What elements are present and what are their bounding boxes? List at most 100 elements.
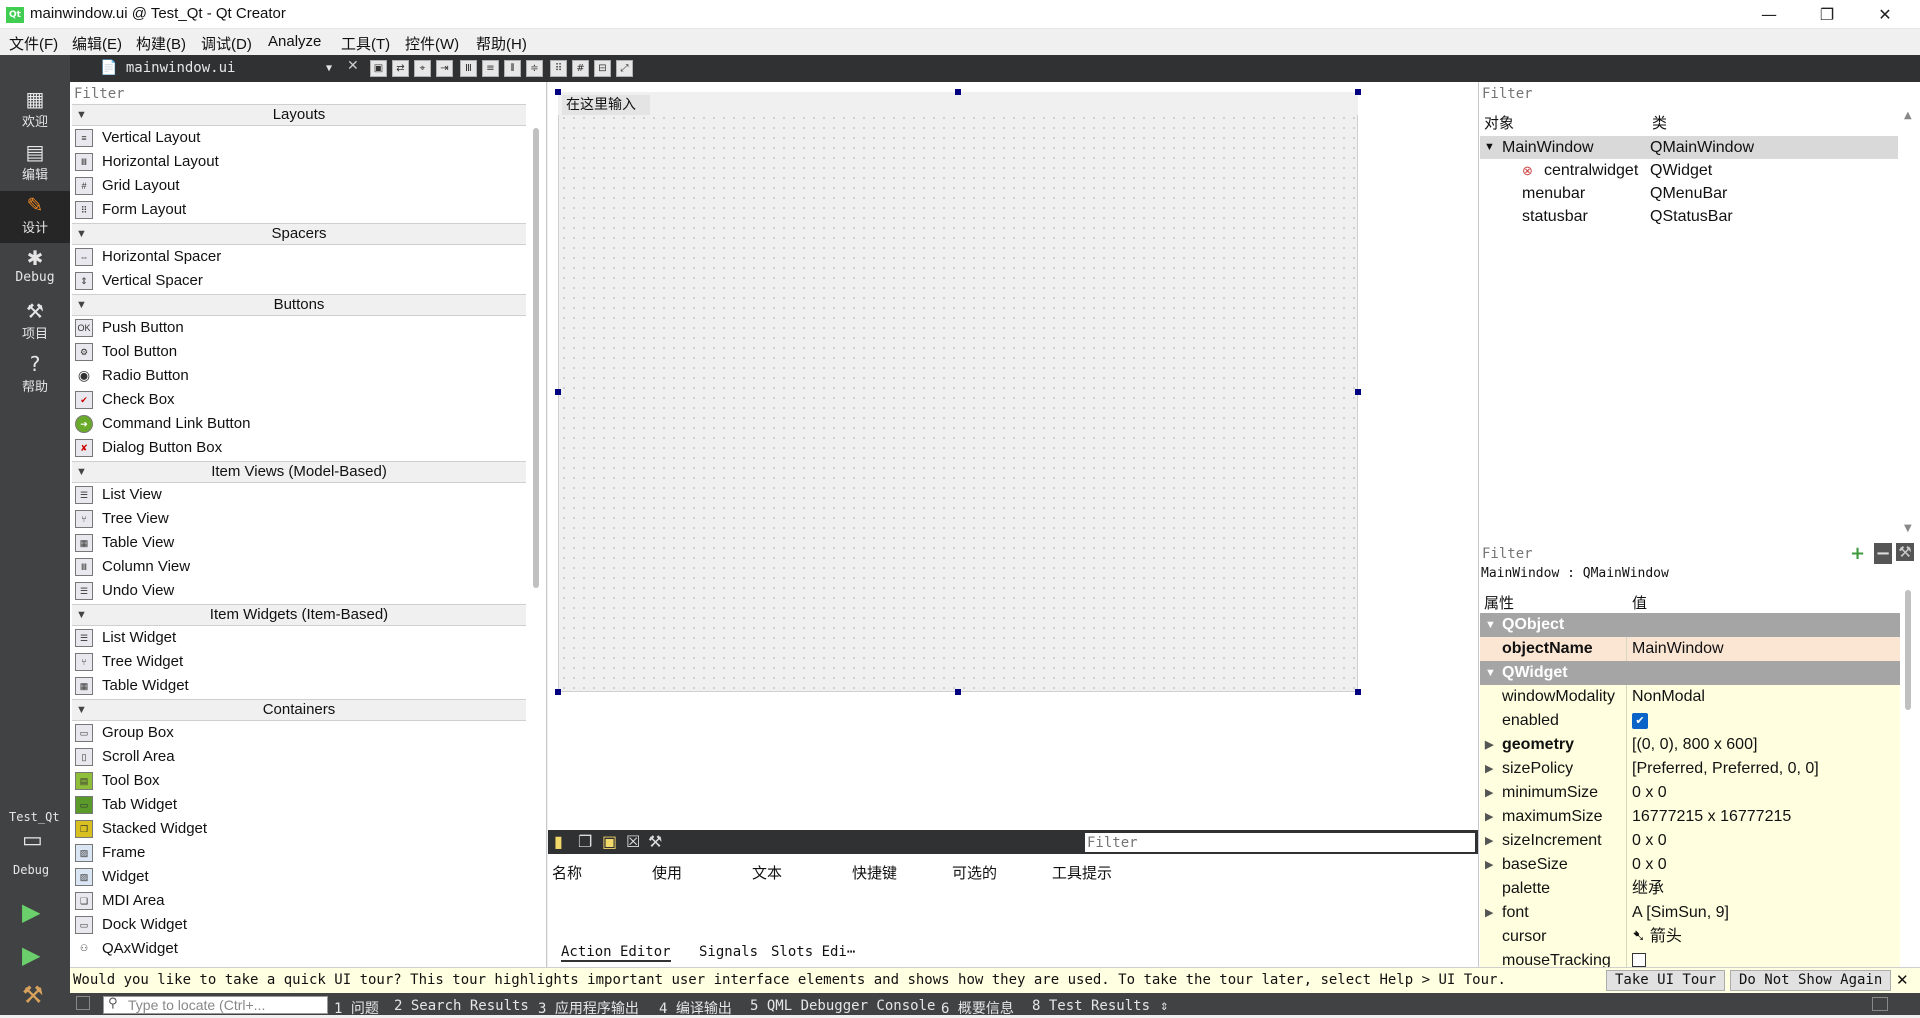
property-maximumsize[interactable]: ▶ maximumSize 16777215 x 16777215: [1480, 805, 1900, 829]
close-button[interactable]: ✕: [1856, 0, 1914, 29]
monitor-icon[interactable]: ▭: [22, 828, 43, 853]
mode-edit[interactable]: ▤ 编辑: [0, 138, 70, 190]
enabled-checkbox[interactable]: ✔: [1632, 713, 1648, 729]
adjust-size-icon[interactable]: ⤢: [616, 60, 633, 77]
widget-tab-widget[interactable]: ▭ Tab Widget: [75, 793, 177, 817]
close-file-icon[interactable]: ✕: [347, 58, 359, 74]
mode-help[interactable]: ? 帮助: [0, 350, 70, 402]
category-containers[interactable]: ▼ Containers: [72, 699, 526, 721]
property-font[interactable]: ▶ font A [SimSun, 9]: [1480, 901, 1900, 925]
new-action-icon[interactable]: ▮: [554, 832, 563, 851]
widget-list-widget[interactable]: ☰ List Widget: [75, 626, 176, 650]
mode-welcome[interactable]: ▦ 欢迎: [0, 85, 70, 137]
column-header-class[interactable]: 类: [1652, 112, 1667, 133]
edit-buddies-icon[interactable]: ⌖: [414, 60, 431, 77]
column-header-name[interactable]: 名称: [552, 862, 582, 883]
configure-wrench-icon[interactable]: ⚒: [648, 832, 662, 851]
property-geometry[interactable]: ▶ geometry [(0, 0), 800 x 600]: [1480, 733, 1900, 757]
property-objectname[interactable]: objectName MainWindow: [1480, 637, 1900, 661]
widget-horizontal-layout[interactable]: Ⅲ Horizontal Layout: [75, 150, 219, 174]
delete-action-icon[interactable]: ☒: [626, 832, 640, 851]
tab-signals[interactable]: Signals: [699, 944, 758, 960]
resize-handle[interactable]: [555, 689, 561, 695]
widget-grid-layout[interactable]: # Grid Layout: [75, 174, 180, 198]
do-not-show-again-button[interactable]: Do Not Show Again: [1730, 970, 1892, 991]
pane-qml-debugger-console[interactable]: 5 QML Debugger Console: [750, 998, 935, 1014]
tab-slots-editor[interactable]: Slots Edi⋯: [771, 944, 855, 960]
widget-list-view[interactable]: ☰ List View: [75, 483, 162, 507]
menu-file[interactable]: 文件(F): [9, 33, 58, 54]
widget-tree-widget[interactable]: ⑂ Tree Widget: [75, 650, 183, 674]
toggle-output-icon[interactable]: [1872, 997, 1888, 1011]
object-row-statusbar[interactable]: statusbar QStatusBar: [1480, 205, 1898, 228]
splitter-vertical-icon[interactable]: ≑: [526, 60, 543, 77]
pane-test-results[interactable]: 8 Test Results: [1032, 998, 1150, 1014]
property-group-qobject[interactable]: ▼ QObject: [1480, 613, 1900, 637]
layout-grid-icon[interactable]: #: [572, 60, 589, 77]
locator-input[interactable]: Type to locate (Ctrl+...: [103, 996, 328, 1014]
category-spacers[interactable]: ▼ Spacers: [72, 223, 526, 245]
resize-handle[interactable]: [555, 89, 561, 95]
widget-widget[interactable]: ▨ Widget: [75, 865, 149, 889]
splitter-horizontal-icon[interactable]: ⫴: [504, 60, 521, 77]
widget-frame[interactable]: ▨ Frame: [75, 841, 145, 865]
resize-handle[interactable]: [1355, 689, 1361, 695]
category-buttons[interactable]: ▼ Buttons: [72, 294, 526, 316]
pane-compile-output[interactable]: 4 编译输出: [659, 998, 732, 1018]
paste-action-icon[interactable]: ▣: [602, 832, 617, 851]
property-cursor[interactable]: cursor ➷ 箭头: [1480, 925, 1900, 949]
column-header-used[interactable]: 使用: [652, 862, 682, 883]
widget-horizontal-spacer[interactable]: ⇔ Horizontal Spacer: [75, 245, 221, 269]
widget-stacked-widget[interactable]: ❐ Stacked Widget: [75, 817, 207, 841]
scroll-up-icon[interactable]: ▲: [1904, 110, 1912, 121]
column-header-object[interactable]: 对象: [1484, 112, 1514, 133]
break-layout-icon[interactable]: ⊟: [594, 60, 611, 77]
widget-mdi-area[interactable]: ❏ MDI Area: [75, 889, 165, 913]
property-sizeincrement[interactable]: ▶ sizeIncrement 0 x 0: [1480, 829, 1900, 853]
property-sizepolicy[interactable]: ▶ sizePolicy [Preferred, Preferred, 0, 0]: [1480, 757, 1900, 781]
widget-table-view[interactable]: ▦ Table View: [75, 531, 174, 555]
property-group-qwidget[interactable]: ▼ QWidget: [1480, 661, 1900, 685]
resize-handle[interactable]: [955, 89, 961, 95]
widget-push-button[interactable]: OK Push Button: [75, 316, 184, 340]
form-menu-type-here[interactable]: 在这里输入: [562, 95, 650, 115]
widget-scroll-area[interactable]: ▯ Scroll Area: [75, 745, 175, 769]
tab-action-editor[interactable]: Action Editor: [561, 944, 671, 962]
object-row-centralwidget[interactable]: ⊗ centralwidget QWidget: [1480, 159, 1898, 182]
property-mousetracking[interactable]: mouseTracking: [1480, 949, 1900, 967]
property-windowmodality[interactable]: windowModality NonModal: [1480, 685, 1900, 709]
minimize-button[interactable]: —: [1740, 0, 1798, 29]
menu-edit[interactable]: 编辑(E): [72, 33, 122, 54]
menu-analyze[interactable]: Analyze: [268, 33, 321, 50]
object-row-mainwindow[interactable]: ▼ MainWindow QMainWindow: [1480, 136, 1898, 159]
widget-box-filter[interactable]: [72, 84, 545, 104]
menu-build[interactable]: 构建(B): [136, 33, 186, 54]
menu-controls[interactable]: 控件(W): [405, 33, 459, 54]
resize-handle[interactable]: [1355, 389, 1361, 395]
widget-vertical-spacer[interactable]: ⇕ Vertical Spacer: [75, 269, 203, 293]
action-editor-filter[interactable]: [1085, 833, 1475, 852]
mousetracking-checkbox[interactable]: [1632, 953, 1646, 967]
widget-tool-box[interactable]: ▤ Tool Box: [75, 769, 160, 793]
widget-box-scrollbar[interactable]: [533, 128, 539, 588]
column-header-shortcut[interactable]: 快捷键: [852, 862, 897, 883]
pane-application-output[interactable]: 3 应用程序输出: [538, 998, 639, 1018]
pane-issues[interactable]: 1 问题: [334, 998, 379, 1018]
edit-taborder-icon[interactable]: ⇥: [436, 60, 453, 77]
widget-radio-button[interactable]: ◉ Radio Button: [75, 364, 189, 388]
widget-command-link-button[interactable]: ➔ Command Link Button: [75, 412, 250, 436]
property-editor-filter[interactable]: [1480, 544, 1846, 564]
pane-search-results[interactable]: 2 Search Results: [394, 998, 529, 1014]
category-item-widgets[interactable]: ▼ Item Widgets (Item-Based): [72, 604, 526, 626]
main-window-form[interactable]: [558, 92, 1358, 692]
menu-debug[interactable]: 调试(D): [201, 33, 252, 54]
column-header-value[interactable]: 值: [1632, 592, 1647, 613]
property-palette[interactable]: palette 继承: [1480, 877, 1900, 901]
resize-handle[interactable]: [1355, 89, 1361, 95]
property-enabled[interactable]: enabled ✔: [1480, 709, 1900, 733]
widget-group-box[interactable]: ▭ Group Box: [75, 721, 174, 745]
widget-undo-view[interactable]: ☰ Undo View: [75, 579, 174, 603]
widget-check-box[interactable]: ✔ Check Box: [75, 388, 175, 412]
column-header-property[interactable]: 属性: [1484, 592, 1514, 613]
column-header-checkable[interactable]: 可选的: [952, 862, 997, 883]
